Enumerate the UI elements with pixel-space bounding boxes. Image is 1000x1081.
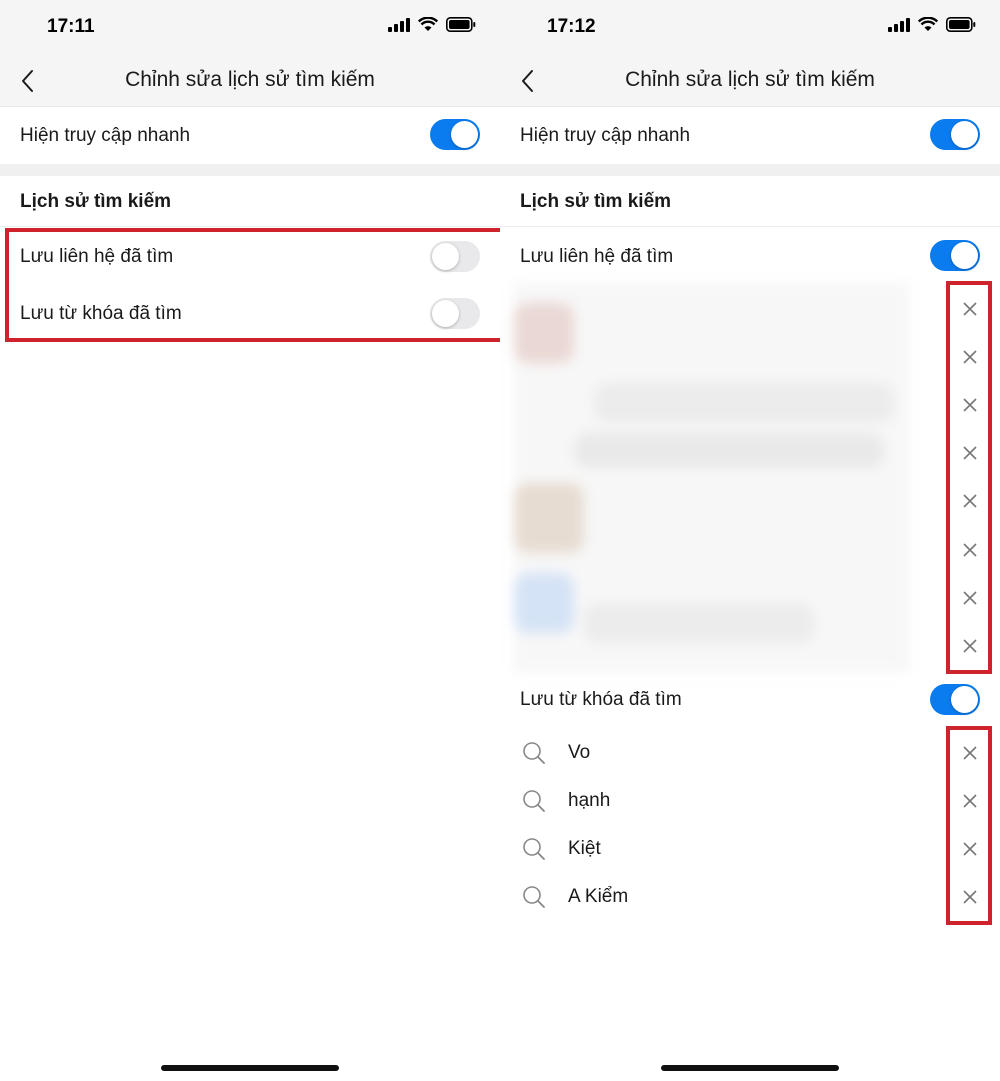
keyword-text: Vo: [568, 742, 591, 763]
search-icon: [523, 790, 545, 812]
quick-access-toggle[interactable]: [430, 119, 480, 150]
home-indicator: [661, 1065, 839, 1071]
quick-access-row: Hiện truy cập nhanh: [500, 107, 1000, 164]
search-history-heading: Lịch sử tìm kiếm: [20, 191, 172, 212]
battery-icon: [446, 17, 476, 32]
section-separator: [0, 164, 500, 176]
blurred-contact-list: [514, 283, 909, 673]
search-icon: [523, 742, 545, 764]
divider: [500, 226, 1000, 227]
status-time: 17:12: [547, 16, 596, 37]
wifi-icon: [918, 17, 938, 31]
divider: [0, 226, 500, 227]
screen-left: 17:11 Chỉnh sửa lịch sử tìm kiếm Hiện tr…: [0, 0, 500, 1081]
keyword-text: hạnh: [568, 790, 611, 811]
save-keywords-toggle[interactable]: [930, 684, 980, 715]
quick-access-label: Hiện truy cập nhanh: [20, 125, 191, 146]
quick-access-row: Hiện truy cập nhanh: [0, 107, 500, 164]
quick-access-toggle[interactable]: [930, 119, 980, 150]
nav-bar: Chỉnh sửa lịch sử tìm kiếm: [500, 56, 1000, 107]
keyword-item[interactable]: hạnh: [500, 781, 1000, 821]
keyword-text: A Kiểm: [568, 886, 629, 907]
status-time: 17:11: [47, 16, 95, 37]
save-contacts-row: Lưu liên hệ đã tìm: [500, 228, 1000, 283]
keyword-item[interactable]: A Kiểm: [500, 877, 1000, 917]
search-icon: [523, 838, 545, 860]
home-indicator: [161, 1065, 339, 1071]
save-keywords-row: Lưu từ khóa đã tìm: [500, 676, 1000, 724]
highlight-box: [946, 281, 992, 674]
keyword-item[interactable]: Vo: [500, 733, 1000, 773]
page-title: Chỉnh sửa lịch sử tìm kiếm: [625, 68, 875, 91]
screen-right: 17:12 Chỉnh sửa lịch sử tìm kiếm Hiện tr…: [500, 0, 1000, 1081]
section-separator: [500, 164, 1000, 176]
status-bar: 17:12: [500, 0, 1000, 56]
highlight-box: [5, 228, 500, 342]
battery-icon: [946, 17, 976, 32]
save-contacts-toggle[interactable]: [930, 240, 980, 271]
nav-bar: Chỉnh sửa lịch sử tìm kiếm: [0, 56, 500, 107]
cellular-signal-icon: [388, 17, 410, 32]
cellular-signal-icon: [888, 17, 910, 32]
wifi-icon: [418, 17, 438, 31]
highlight-box: [946, 726, 992, 925]
search-history-heading: Lịch sử tìm kiếm: [520, 191, 672, 212]
status-icons: [388, 17, 476, 32]
status-bar: 17:11: [0, 0, 500, 56]
save-contacts-label: Lưu liên hệ đã tìm: [520, 246, 674, 267]
keyword-text: Kiệt: [568, 838, 601, 859]
page-title: Chỉnh sửa lịch sử tìm kiếm: [125, 68, 375, 91]
search-icon: [523, 886, 545, 908]
save-keywords-label: Lưu từ khóa đã tìm: [520, 689, 682, 710]
keyword-item[interactable]: Kiệt: [500, 829, 1000, 869]
quick-access-label: Hiện truy cập nhanh: [520, 125, 691, 146]
status-icons: [888, 17, 976, 32]
